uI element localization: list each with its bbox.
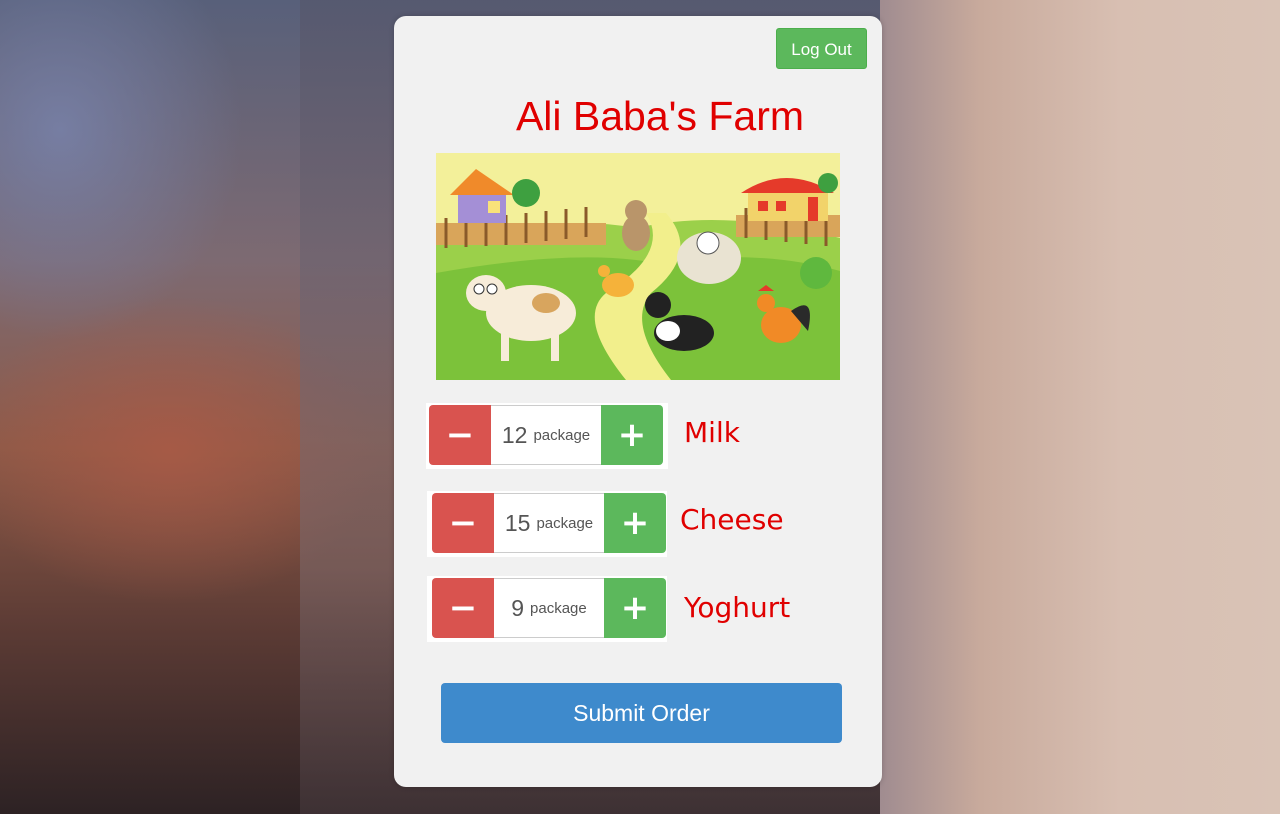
product-name: Milk [684,416,740,449]
increase-button[interactable]: + [601,405,663,465]
decrease-button[interactable]: − [429,405,491,465]
quantity-field[interactable]: 15 package [494,493,604,553]
quantity-field[interactable]: 12 package [491,405,601,465]
quantity-stepper: − 15 package + [432,493,666,553]
product-row: − 9 package + [427,576,667,642]
quantity-value: 12 [501,421,528,448]
background-blur-right [880,0,1280,814]
plus-icon: + [617,415,647,455]
quantity-value: 9 [511,594,525,621]
increase-button[interactable]: + [604,578,666,638]
farm-illustration [436,153,840,380]
plus-icon: + [620,588,650,628]
product-name: Yoghurt [684,591,791,624]
logout-button[interactable]: Log Out [776,28,867,69]
product-row: − 15 package + [427,491,667,557]
submit-order-button[interactable]: Submit Order [441,683,842,743]
quantity-unit: package [533,426,591,444]
quantity-unit: package [530,599,587,617]
minus-icon: − [448,588,478,628]
plus-icon: + [620,503,650,543]
product-row: − 12 package + [426,403,668,469]
decrease-button[interactable]: − [432,578,494,638]
order-card: Log Out Ali Baba's Farm − 12 package + M… [394,16,882,787]
quantity-field[interactable]: 9 package [494,578,604,638]
quantity-stepper: − 12 package + [429,405,663,465]
quantity-value: 15 [504,509,531,536]
quantity-stepper: − 9 package + [432,578,666,638]
product-name: Cheese [680,503,784,536]
quantity-unit: package [536,514,594,532]
farm-scene-svg [436,153,840,380]
page-title: Ali Baba's Farm [515,93,805,139]
minus-icon: − [448,503,478,543]
minus-icon: − [445,415,475,455]
increase-button[interactable]: + [604,493,666,553]
decrease-button[interactable]: − [432,493,494,553]
